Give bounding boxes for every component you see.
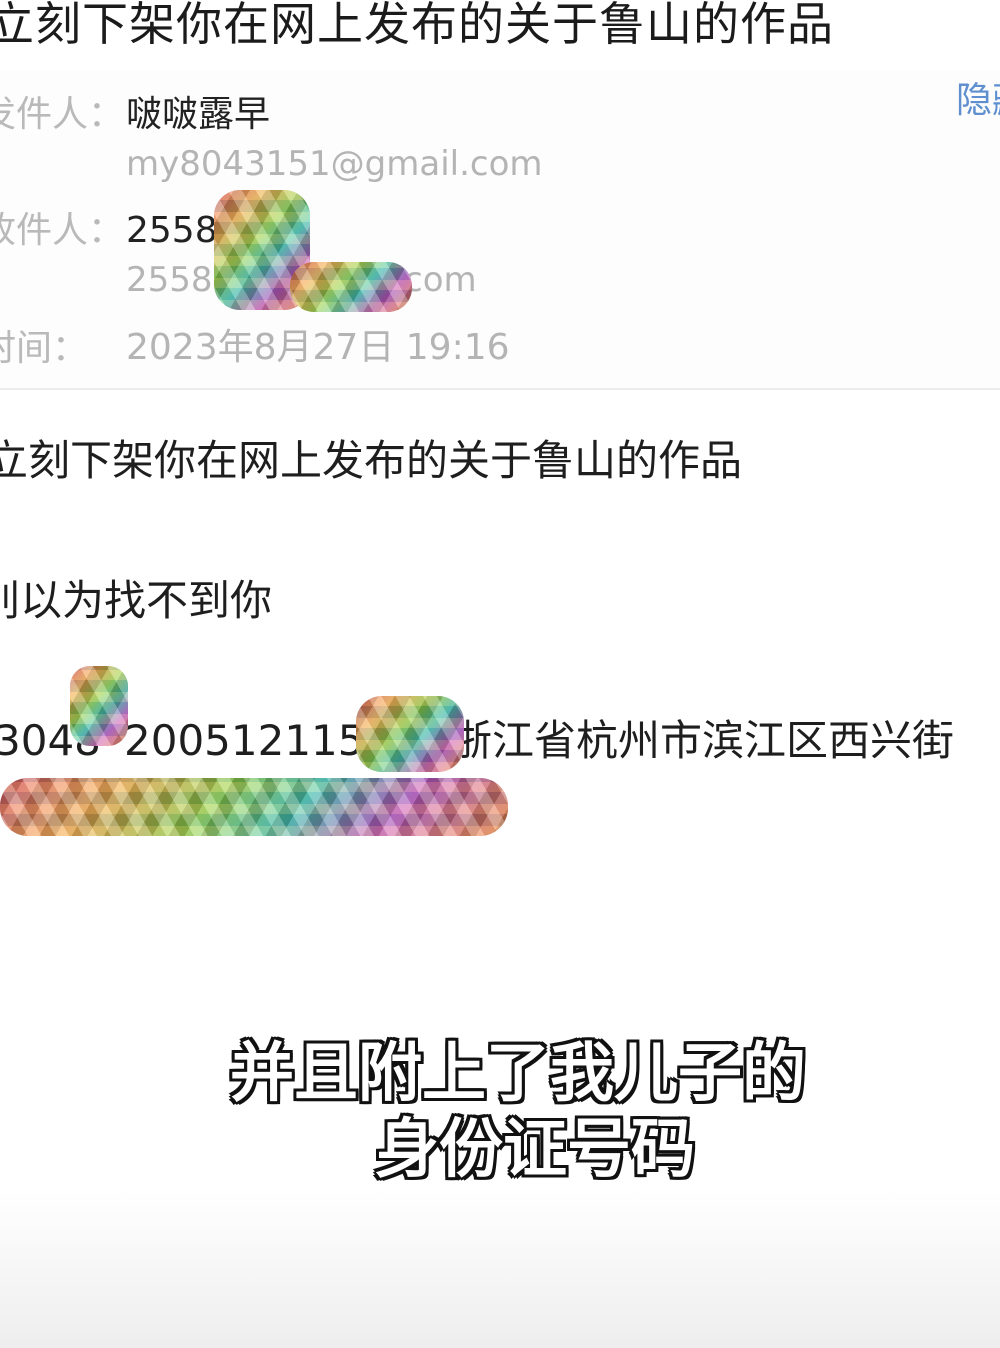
body-line-demand: 立刻下架你在网上发布的关于鲁山的作品 (0, 436, 743, 485)
address-redaction-mosaic (0, 778, 508, 836)
sender-label: 发件人： (0, 94, 125, 135)
sender-address[interactable]: my8043151@gmail.com (126, 142, 543, 186)
video-caption-line-1: 并且附上了我儿子的 (230, 1037, 806, 1111)
recipient-name[interactable]: 2558 (126, 208, 218, 254)
header-divider (0, 388, 1000, 390)
recipient-label: 收件人： (0, 210, 125, 251)
time-label: 时间： (0, 328, 89, 369)
recipient-address-suffix: com (404, 260, 477, 300)
recipient-redaction-mosaic (290, 262, 412, 312)
hide-details-link[interactable]: 隐藏 (956, 78, 1000, 124)
id-redaction-mosaic (70, 666, 128, 746)
recipient-address[interactable]: 2558 (126, 258, 213, 302)
email-screen: 立刻下架你在网上发布的关于鲁山的作品 隐藏 发件人： 啵啵露早 my804315… (0, 0, 1000, 1348)
body-id-number: 2005121150 (124, 716, 392, 765)
sent-time: 2023年8月27日 19:16 (126, 327, 510, 368)
body-line-threat: 别以为找不到你 (0, 576, 273, 625)
sender-name[interactable]: 啵啵露早 (126, 92, 270, 138)
video-caption-line-2: 身份证号码 (375, 1113, 695, 1187)
email-subject: 立刻下架你在网上发布的关于鲁山的作品 (0, 0, 834, 51)
id-redaction-mosaic (356, 696, 464, 772)
body-address: 浙江省杭州市滨江区西兴街 (450, 716, 955, 765)
bottom-fade-overlay (0, 1190, 1000, 1348)
